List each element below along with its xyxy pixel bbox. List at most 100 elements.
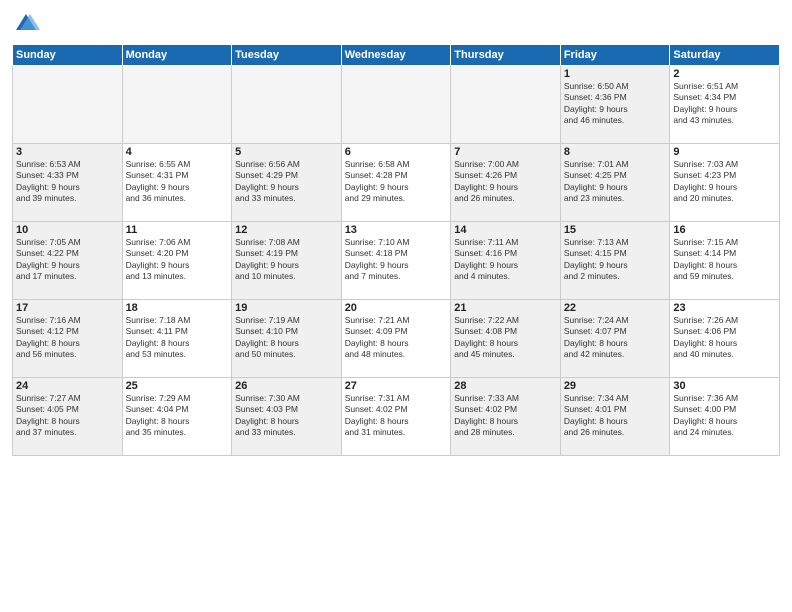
day-number: 26 bbox=[235, 380, 338, 392]
calendar-cell: 4Sunrise: 6:55 AMSunset: 4:31 PMDaylight… bbox=[122, 144, 232, 222]
day-number: 1 bbox=[564, 68, 667, 80]
calendar-week-row: 3Sunrise: 6:53 AMSunset: 4:33 PMDaylight… bbox=[13, 144, 780, 222]
day-info: Sunrise: 7:19 AMSunset: 4:10 PMDaylight:… bbox=[235, 315, 338, 361]
calendar-cell: 20Sunrise: 7:21 AMSunset: 4:09 PMDayligh… bbox=[341, 300, 451, 378]
day-number: 23 bbox=[673, 302, 776, 314]
calendar-cell: 23Sunrise: 7:26 AMSunset: 4:06 PMDayligh… bbox=[670, 300, 780, 378]
day-info: Sunrise: 7:03 AMSunset: 4:23 PMDaylight:… bbox=[673, 159, 776, 205]
day-header: Sunday bbox=[13, 45, 123, 66]
day-number: 15 bbox=[564, 224, 667, 236]
day-header: Tuesday bbox=[232, 45, 342, 66]
day-number: 28 bbox=[454, 380, 557, 392]
day-number: 2 bbox=[673, 68, 776, 80]
calendar-cell: 6Sunrise: 6:58 AMSunset: 4:28 PMDaylight… bbox=[341, 144, 451, 222]
calendar-cell: 16Sunrise: 7:15 AMSunset: 4:14 PMDayligh… bbox=[670, 222, 780, 300]
day-number: 9 bbox=[673, 146, 776, 158]
calendar-cell: 19Sunrise: 7:19 AMSunset: 4:10 PMDayligh… bbox=[232, 300, 342, 378]
calendar-cell: 9Sunrise: 7:03 AMSunset: 4:23 PMDaylight… bbox=[670, 144, 780, 222]
day-info: Sunrise: 7:36 AMSunset: 4:00 PMDaylight:… bbox=[673, 393, 776, 439]
day-info: Sunrise: 7:18 AMSunset: 4:11 PMDaylight:… bbox=[126, 315, 229, 361]
day-number: 12 bbox=[235, 224, 338, 236]
calendar-cell bbox=[341, 66, 451, 144]
calendar-week-row: 17Sunrise: 7:16 AMSunset: 4:12 PMDayligh… bbox=[13, 300, 780, 378]
day-number: 25 bbox=[126, 380, 229, 392]
calendar-cell bbox=[232, 66, 342, 144]
day-number: 18 bbox=[126, 302, 229, 314]
calendar-cell: 8Sunrise: 7:01 AMSunset: 4:25 PMDaylight… bbox=[560, 144, 670, 222]
calendar-cell: 11Sunrise: 7:06 AMSunset: 4:20 PMDayligh… bbox=[122, 222, 232, 300]
page-header bbox=[12, 10, 780, 38]
day-number: 16 bbox=[673, 224, 776, 236]
calendar-week-row: 24Sunrise: 7:27 AMSunset: 4:05 PMDayligh… bbox=[13, 378, 780, 456]
day-info: Sunrise: 7:11 AMSunset: 4:16 PMDaylight:… bbox=[454, 237, 557, 283]
day-info: Sunrise: 7:26 AMSunset: 4:06 PMDaylight:… bbox=[673, 315, 776, 361]
calendar-cell: 26Sunrise: 7:30 AMSunset: 4:03 PMDayligh… bbox=[232, 378, 342, 456]
calendar-cell: 12Sunrise: 7:08 AMSunset: 4:19 PMDayligh… bbox=[232, 222, 342, 300]
day-number: 10 bbox=[16, 224, 119, 236]
calendar-table: SundayMondayTuesdayWednesdayThursdayFrid… bbox=[12, 44, 780, 456]
calendar-cell: 30Sunrise: 7:36 AMSunset: 4:00 PMDayligh… bbox=[670, 378, 780, 456]
day-header: Wednesday bbox=[341, 45, 451, 66]
calendar-cell: 1Sunrise: 6:50 AMSunset: 4:36 PMDaylight… bbox=[560, 66, 670, 144]
day-info: Sunrise: 7:16 AMSunset: 4:12 PMDaylight:… bbox=[16, 315, 119, 361]
calendar-cell: 15Sunrise: 7:13 AMSunset: 4:15 PMDayligh… bbox=[560, 222, 670, 300]
day-number: 24 bbox=[16, 380, 119, 392]
day-number: 11 bbox=[126, 224, 229, 236]
day-info: Sunrise: 7:10 AMSunset: 4:18 PMDaylight:… bbox=[345, 237, 448, 283]
calendar-cell: 18Sunrise: 7:18 AMSunset: 4:11 PMDayligh… bbox=[122, 300, 232, 378]
day-number: 13 bbox=[345, 224, 448, 236]
day-info: Sunrise: 6:58 AMSunset: 4:28 PMDaylight:… bbox=[345, 159, 448, 205]
day-info: Sunrise: 7:15 AMSunset: 4:14 PMDaylight:… bbox=[673, 237, 776, 283]
calendar-cell: 29Sunrise: 7:34 AMSunset: 4:01 PMDayligh… bbox=[560, 378, 670, 456]
day-info: Sunrise: 6:56 AMSunset: 4:29 PMDaylight:… bbox=[235, 159, 338, 205]
day-number: 27 bbox=[345, 380, 448, 392]
day-info: Sunrise: 6:55 AMSunset: 4:31 PMDaylight:… bbox=[126, 159, 229, 205]
day-number: 6 bbox=[345, 146, 448, 158]
calendar-cell: 28Sunrise: 7:33 AMSunset: 4:02 PMDayligh… bbox=[451, 378, 561, 456]
calendar-header-row: SundayMondayTuesdayWednesdayThursdayFrid… bbox=[13, 45, 780, 66]
calendar-week-row: 1Sunrise: 6:50 AMSunset: 4:36 PMDaylight… bbox=[13, 66, 780, 144]
calendar-cell bbox=[122, 66, 232, 144]
calendar-week-row: 10Sunrise: 7:05 AMSunset: 4:22 PMDayligh… bbox=[13, 222, 780, 300]
day-header: Monday bbox=[122, 45, 232, 66]
day-number: 22 bbox=[564, 302, 667, 314]
day-info: Sunrise: 7:13 AMSunset: 4:15 PMDaylight:… bbox=[564, 237, 667, 283]
day-info: Sunrise: 6:51 AMSunset: 4:34 PMDaylight:… bbox=[673, 81, 776, 127]
day-info: Sunrise: 7:24 AMSunset: 4:07 PMDaylight:… bbox=[564, 315, 667, 361]
day-info: Sunrise: 7:06 AMSunset: 4:20 PMDaylight:… bbox=[126, 237, 229, 283]
day-number: 20 bbox=[345, 302, 448, 314]
calendar-cell: 14Sunrise: 7:11 AMSunset: 4:16 PMDayligh… bbox=[451, 222, 561, 300]
day-number: 14 bbox=[454, 224, 557, 236]
day-number: 4 bbox=[126, 146, 229, 158]
calendar-cell: 25Sunrise: 7:29 AMSunset: 4:04 PMDayligh… bbox=[122, 378, 232, 456]
day-info: Sunrise: 6:50 AMSunset: 4:36 PMDaylight:… bbox=[564, 81, 667, 127]
day-number: 3 bbox=[16, 146, 119, 158]
page-container: SundayMondayTuesdayWednesdayThursdayFrid… bbox=[0, 0, 792, 612]
day-number: 8 bbox=[564, 146, 667, 158]
day-info: Sunrise: 7:27 AMSunset: 4:05 PMDaylight:… bbox=[16, 393, 119, 439]
logo bbox=[12, 10, 42, 38]
calendar-cell: 24Sunrise: 7:27 AMSunset: 4:05 PMDayligh… bbox=[13, 378, 123, 456]
day-info: Sunrise: 7:31 AMSunset: 4:02 PMDaylight:… bbox=[345, 393, 448, 439]
day-info: Sunrise: 7:01 AMSunset: 4:25 PMDaylight:… bbox=[564, 159, 667, 205]
calendar-cell: 27Sunrise: 7:31 AMSunset: 4:02 PMDayligh… bbox=[341, 378, 451, 456]
day-info: Sunrise: 7:30 AMSunset: 4:03 PMDaylight:… bbox=[235, 393, 338, 439]
day-number: 19 bbox=[235, 302, 338, 314]
calendar-cell: 2Sunrise: 6:51 AMSunset: 4:34 PMDaylight… bbox=[670, 66, 780, 144]
day-number: 5 bbox=[235, 146, 338, 158]
calendar-cell: 21Sunrise: 7:22 AMSunset: 4:08 PMDayligh… bbox=[451, 300, 561, 378]
calendar-cell: 22Sunrise: 7:24 AMSunset: 4:07 PMDayligh… bbox=[560, 300, 670, 378]
day-info: Sunrise: 7:34 AMSunset: 4:01 PMDaylight:… bbox=[564, 393, 667, 439]
day-header: Friday bbox=[560, 45, 670, 66]
day-info: Sunrise: 6:53 AMSunset: 4:33 PMDaylight:… bbox=[16, 159, 119, 205]
day-info: Sunrise: 7:33 AMSunset: 4:02 PMDaylight:… bbox=[454, 393, 557, 439]
calendar-cell: 7Sunrise: 7:00 AMSunset: 4:26 PMDaylight… bbox=[451, 144, 561, 222]
day-number: 17 bbox=[16, 302, 119, 314]
day-info: Sunrise: 7:08 AMSunset: 4:19 PMDaylight:… bbox=[235, 237, 338, 283]
day-number: 30 bbox=[673, 380, 776, 392]
day-number: 29 bbox=[564, 380, 667, 392]
calendar-cell: 17Sunrise: 7:16 AMSunset: 4:12 PMDayligh… bbox=[13, 300, 123, 378]
logo-icon bbox=[12, 10, 40, 38]
calendar-cell bbox=[451, 66, 561, 144]
day-info: Sunrise: 7:05 AMSunset: 4:22 PMDaylight:… bbox=[16, 237, 119, 283]
